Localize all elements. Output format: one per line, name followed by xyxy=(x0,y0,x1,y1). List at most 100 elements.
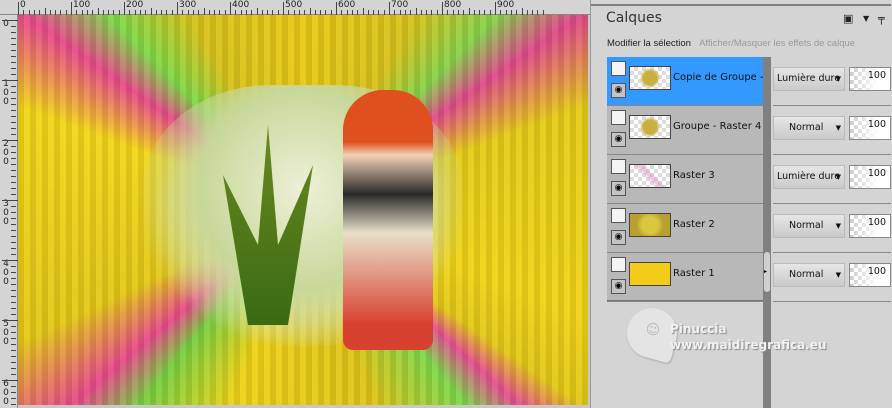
ruler-label: 100 xyxy=(73,0,91,10)
opacity-field[interactable]: 100 xyxy=(849,116,891,140)
ruler-tick xyxy=(11,224,16,225)
layer-row[interactable]: ◉ Raster 1 xyxy=(607,253,763,302)
ruler-tick xyxy=(124,2,125,15)
blend-mode-dropdown[interactable]: Lumière dure ▼ xyxy=(773,67,845,91)
ruler-tick xyxy=(362,8,364,15)
opacity-field[interactable]: 100 xyxy=(849,165,891,189)
layer-row[interactable]: ◉ Copie de Groupe - Raster 4 xyxy=(607,57,763,106)
tab-afficher-masquer-effets[interactable]: Afficher/Masquer les effets de calque xyxy=(699,38,855,49)
pin-icon[interactable]: ╤ xyxy=(878,12,885,25)
ruler-tick xyxy=(11,362,16,363)
layer-properties: Normal ▼ 100 xyxy=(773,253,891,302)
ruler-tick xyxy=(11,338,16,339)
ruler-tick xyxy=(97,8,99,15)
ruler-tick xyxy=(521,8,523,15)
ruler-tick xyxy=(71,2,72,15)
eye-icon[interactable]: ◉ xyxy=(611,279,626,294)
ruler-tick xyxy=(11,290,16,291)
ruler-tick xyxy=(11,212,16,213)
ruler-tick xyxy=(11,242,16,243)
layer-row[interactable]: ◉ Raster 3 xyxy=(607,155,763,204)
blend-mode-dropdown[interactable]: Lumière dure ▼ xyxy=(773,165,845,189)
layer-thumbnail xyxy=(629,66,671,90)
ruler-tick xyxy=(11,398,16,399)
dropdown-icon[interactable]: ▼ xyxy=(863,14,869,23)
horizontal-ruler: 0 100 200 300 400 500 600 700 800 900 xyxy=(0,0,590,15)
ruler-label: 600 xyxy=(3,379,9,407)
eye-icon[interactable]: ◉ xyxy=(611,181,626,196)
splitter-handle[interactable]: ▸ xyxy=(764,252,770,292)
layer-properties: Normal ▼ 100 xyxy=(773,204,891,253)
ruler-tick xyxy=(11,194,16,195)
layer-type-icon[interactable] xyxy=(611,110,626,125)
ruler-tick xyxy=(11,98,16,99)
ruler-tick xyxy=(11,146,16,147)
layer-name: Raster 3 xyxy=(673,170,715,181)
layer-type-icon[interactable] xyxy=(611,61,626,76)
opacity-field[interactable]: 100 xyxy=(849,263,891,287)
ruler-tick xyxy=(11,68,16,69)
ruler-tick xyxy=(11,170,16,171)
ruler-tick xyxy=(11,332,16,333)
layer-thumbnail xyxy=(629,262,671,286)
ruler-tick xyxy=(11,230,16,231)
layer-row[interactable]: ◉ Raster 2 xyxy=(607,204,763,253)
ruler-label: 100 xyxy=(3,79,9,107)
ruler-label: 300 xyxy=(179,0,197,10)
layer-thumbnail xyxy=(629,115,671,139)
ruler-tick xyxy=(11,158,16,159)
ruler-label: 800 xyxy=(444,0,462,10)
ruler-tick xyxy=(11,74,16,75)
ruler-tick xyxy=(11,38,16,39)
layer-row[interactable]: ◉ Groupe - Raster 4 xyxy=(607,106,763,155)
ruler-tick xyxy=(11,284,16,285)
ruler-tick xyxy=(495,2,496,15)
ruler-tick xyxy=(18,2,19,15)
ruler-tick xyxy=(2,260,18,261)
eye-icon[interactable]: ◉ xyxy=(611,83,626,98)
girl-figure xyxy=(343,90,433,350)
ruler-tick xyxy=(11,104,16,105)
layer-list: ◉ Copie de Groupe - Raster 4 ◉ Groupe - Ras… xyxy=(607,57,763,302)
ruler-label: 400 xyxy=(3,259,9,287)
ruler-tick xyxy=(11,356,16,357)
ruler-label: 500 xyxy=(3,319,9,347)
layer-type-icon[interactable] xyxy=(611,208,626,223)
opacity-field[interactable]: 100 xyxy=(849,214,891,238)
divider xyxy=(591,4,891,6)
ruler-tick xyxy=(11,254,16,255)
ruler-tick xyxy=(11,206,16,207)
eye-icon[interactable]: ◉ xyxy=(611,132,626,147)
ruler-tick xyxy=(11,236,16,237)
blend-mode-value: Normal xyxy=(789,122,824,133)
ruler-tick xyxy=(177,2,178,15)
panel-title: Calques xyxy=(606,10,662,26)
ruler-tick xyxy=(415,8,417,15)
watermark-url: www.maidiregrafica.eu xyxy=(670,338,827,352)
ruler-tick xyxy=(11,122,16,123)
ruler-tick xyxy=(11,386,16,387)
ruler-tick xyxy=(11,188,16,189)
ruler-tick xyxy=(11,164,16,165)
image-canvas[interactable] xyxy=(18,15,588,405)
blend-mode-dropdown[interactable]: Normal ▼ xyxy=(773,116,845,140)
opacity-field[interactable]: 100 xyxy=(849,67,891,91)
ruler-tick xyxy=(11,62,16,63)
ruler-tick xyxy=(11,308,16,309)
blend-mode-value: Lumière dure xyxy=(777,171,841,182)
layer-type-icon[interactable] xyxy=(611,159,626,174)
eye-icon[interactable]: ◉ xyxy=(611,230,626,245)
watermark: ☺ Pinuccia www.maidiregrafica.eu xyxy=(615,300,835,370)
ruler-tick xyxy=(11,92,16,93)
layer-properties: Normal ▼ 100 xyxy=(773,106,891,155)
ruler-tick xyxy=(11,344,16,345)
layer-type-icon[interactable] xyxy=(611,257,626,272)
chevron-down-icon: ▼ xyxy=(835,124,841,132)
restore-icon[interactable]: ▣ xyxy=(843,12,853,25)
ruler-tick xyxy=(11,86,16,87)
blend-mode-dropdown[interactable]: Normal ▼ xyxy=(773,214,845,238)
ruler-tick xyxy=(11,152,16,153)
chevron-down-icon: ▼ xyxy=(835,75,841,83)
tab-modifier-selection[interactable]: Modifier la sélection xyxy=(607,38,691,49)
blend-mode-dropdown[interactable]: Normal ▼ xyxy=(773,263,845,287)
